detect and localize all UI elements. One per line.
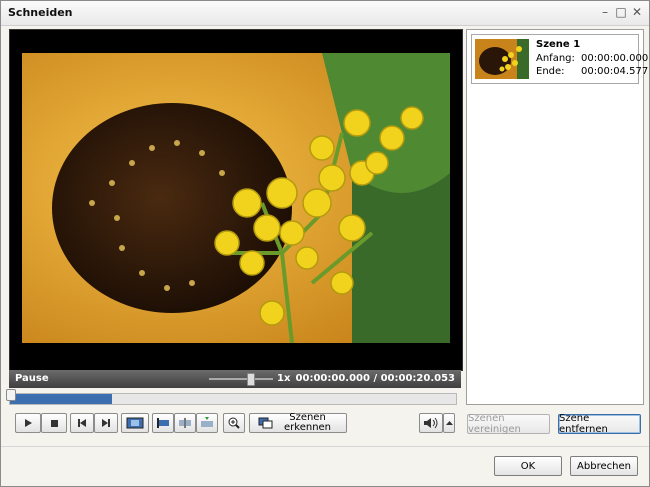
player-status-bar: Pause 1x 00:00:00.000 / 00:00:20.053 <box>9 370 461 388</box>
speed-slider-thumb[interactable] <box>247 373 255 386</box>
merge-scenes-button[interactable]: Szenen vereinigen <box>467 413 550 435</box>
up-arrow-icon <box>445 420 453 426</box>
detect-scenes-button[interactable]: Szenen erkennen <box>249 413 347 433</box>
filmstrip-icon <box>126 417 144 429</box>
detect-scenes-label: Szenen erkennen <box>284 412 332 433</box>
mark-start-icon <box>155 417 171 429</box>
mark-end-icon <box>199 417 215 429</box>
scene-end-time: 00:00:04.577 <box>581 66 649 77</box>
mark-end-button[interactable] <box>196 413 218 433</box>
volume-button[interactable] <box>419 413 443 433</box>
scene-start-label: Anfang: <box>536 53 575 64</box>
remove-scene-button[interactable]: Szene entfernen <box>558 413 641 435</box>
mark-start-button[interactable] <box>152 413 174 433</box>
prev-frame-icon <box>77 418 87 428</box>
scene-item[interactable]: Szene 1 Anfang: 00:00:00.000 Ende: 00:00… <box>471 34 648 84</box>
seek-bar-fill <box>10 394 112 404</box>
prev-frame-button[interactable] <box>70 413 94 433</box>
zoom-icon <box>228 417 240 429</box>
speed-slider-track[interactable] <box>209 378 273 380</box>
seek-thumb[interactable] <box>6 389 16 401</box>
video-preview[interactable] <box>9 29 463 371</box>
cut-icon <box>177 417 193 429</box>
stop-icon <box>49 418 59 428</box>
maximize-icon[interactable]: □ <box>615 5 627 19</box>
scene-thumbnail <box>475 39 529 79</box>
cut-button[interactable] <box>174 413 196 433</box>
scene-start-time: 00:00:00.000 <box>581 53 649 64</box>
scene-name: Szene 1 <box>536 39 581 50</box>
window-title: Schneiden <box>8 6 73 19</box>
play-icon <box>23 418 33 428</box>
filmstrip-button[interactable] <box>121 413 149 433</box>
cut-dialog-window: Schneiden – □ ✕ Pause 1x 00:00:00.000 / … <box>0 0 650 487</box>
footer-divider <box>1 446 649 447</box>
ok-button[interactable]: OK <box>494 456 562 476</box>
scene-list-panel[interactable]: Szene 1 Anfang: 00:00:00.000 Ende: 00:00… <box>466 29 648 405</box>
zoom-button[interactable] <box>223 413 245 433</box>
playback-status: Pause <box>15 373 49 384</box>
seek-bar[interactable] <box>9 393 457 405</box>
next-frame-icon <box>101 418 111 428</box>
stop-button[interactable] <box>41 413 67 433</box>
speed-label: 1x <box>277 373 291 384</box>
minimize-icon[interactable]: – <box>599 5 611 19</box>
volume-icon <box>423 417 439 429</box>
volume-up-button[interactable] <box>443 413 455 433</box>
play-button[interactable] <box>15 413 41 433</box>
scene-start-row: Anfang: 00:00:00.000 <box>536 53 648 64</box>
timecode: 00:00:00.000 / 00:00:20.053 <box>295 373 455 384</box>
scene-end-label: Ende: <box>536 66 565 77</box>
video-frame <box>22 53 450 343</box>
next-frame-button[interactable] <box>94 413 118 433</box>
scene-end-row: Ende: 00:00:04.577 <box>536 66 648 77</box>
cancel-button[interactable]: Abbrechen <box>570 456 638 476</box>
close-icon[interactable]: ✕ <box>631 5 643 19</box>
scenes-icon <box>258 417 274 429</box>
title-bar: Schneiden – □ ✕ <box>1 1 649 26</box>
window-controls: – □ ✕ <box>599 5 643 19</box>
